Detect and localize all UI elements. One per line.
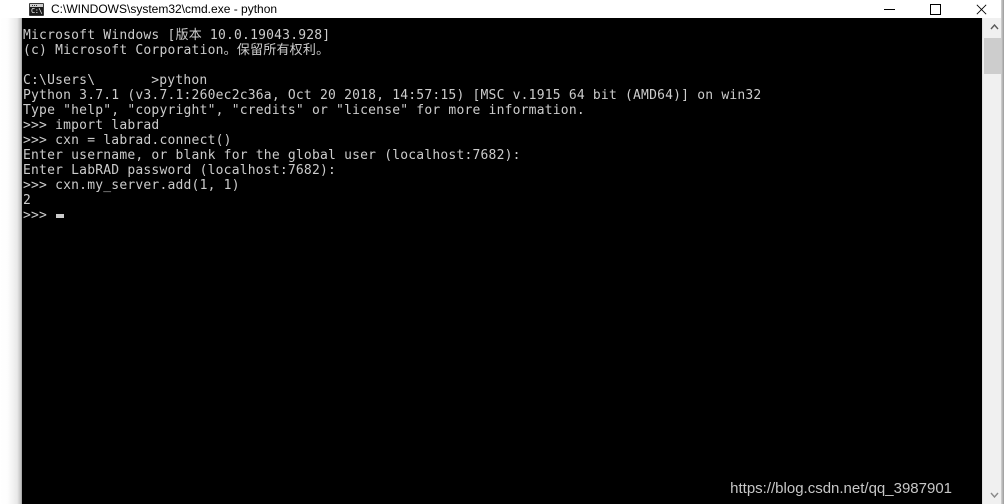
watermark-text: https://blog.csdn.net/qq_3987901 xyxy=(730,480,952,497)
console-line-suffix: >python xyxy=(151,73,208,88)
console-line: Python 3.7.1 (v3.7.1:260ec2c36a, Oct 20 … xyxy=(23,88,982,103)
console-line-text: Microsoft Windows [版本 10.0.19043.928] xyxy=(23,28,331,43)
console-line-text: Enter username, or blank for the global … xyxy=(23,148,521,163)
console-line-text: Enter LabRAD password (localhost:7682): xyxy=(23,163,337,178)
console-line-text: Type "help", "copyright", "credits" or "… xyxy=(23,103,585,118)
window-title: C:\WINDOWS\system32\cmd.exe - python xyxy=(51,2,278,16)
close-icon xyxy=(976,4,986,14)
title-bar: C:\ C:\WINDOWS\system32\cmd.exe - python xyxy=(0,0,1004,18)
close-button[interactable] xyxy=(958,0,1004,18)
console-line: Microsoft Windows [版本 10.0.19043.928] xyxy=(23,28,982,43)
minimize-icon xyxy=(883,8,895,10)
cmd-icon-glyph: C:\ xyxy=(31,6,43,15)
text-cursor xyxy=(56,214,65,218)
console-line-text xyxy=(23,58,31,73)
console-line-text: (c) Microsoft Corporation。保留所有权利。 xyxy=(23,43,330,58)
maximize-icon xyxy=(929,3,941,15)
console-line: >>> cxn.my_server.add(1, 1) xyxy=(23,178,982,193)
console-line: Type "help", "copyright", "credits" or "… xyxy=(23,103,982,118)
console-line-text: >>> xyxy=(23,208,56,223)
console-line-prefix: C:\Users\ xyxy=(23,73,96,88)
console-line: 2 xyxy=(23,193,982,208)
console-line: (c) Microsoft Corporation。保留所有权利。 xyxy=(23,43,982,58)
console-line-text: >>> import labrad xyxy=(23,118,160,133)
console-line-text: >>> cxn.my_server.add(1, 1) xyxy=(23,178,240,193)
console-line-text: Python 3.7.1 (v3.7.1:260ec2c36a, Oct 20 … xyxy=(23,88,762,103)
cmd-console-icon: C:\ xyxy=(29,2,44,16)
console-line: >>> cxn = labrad.connect() xyxy=(23,133,982,148)
console-output-area[interactable]: Microsoft Windows [版本 10.0.19043.928] (c)… xyxy=(22,18,982,504)
console-line: Enter username, or blank for the global … xyxy=(23,148,982,163)
console-line-list: Microsoft Windows [版本 10.0.19043.928] (c)… xyxy=(23,28,982,504)
window-controls xyxy=(866,0,1004,18)
console-line: C:\Users\ >python xyxy=(23,73,982,88)
window-left-edge xyxy=(0,18,22,504)
maximize-button[interactable] xyxy=(912,0,958,18)
chevron-down-icon xyxy=(989,492,999,498)
console-line-text: >>> cxn = labrad.connect() xyxy=(23,133,232,148)
console-line: >>> xyxy=(23,208,982,223)
cmd-window: C:\ C:\WINDOWS\system32\cmd.exe - python xyxy=(0,0,1004,504)
chevron-up-icon xyxy=(989,24,999,30)
console-line xyxy=(23,58,982,73)
console-line-text: 2 xyxy=(23,193,32,208)
redacted-username xyxy=(95,74,152,87)
console-line: Enter LabRAD password (localhost:7682): xyxy=(23,163,982,178)
minimize-button[interactable] xyxy=(866,0,912,18)
console-line: >>> import labrad xyxy=(23,118,982,133)
title-bar-left: C:\ C:\WINDOWS\system32\cmd.exe - python xyxy=(0,0,277,18)
